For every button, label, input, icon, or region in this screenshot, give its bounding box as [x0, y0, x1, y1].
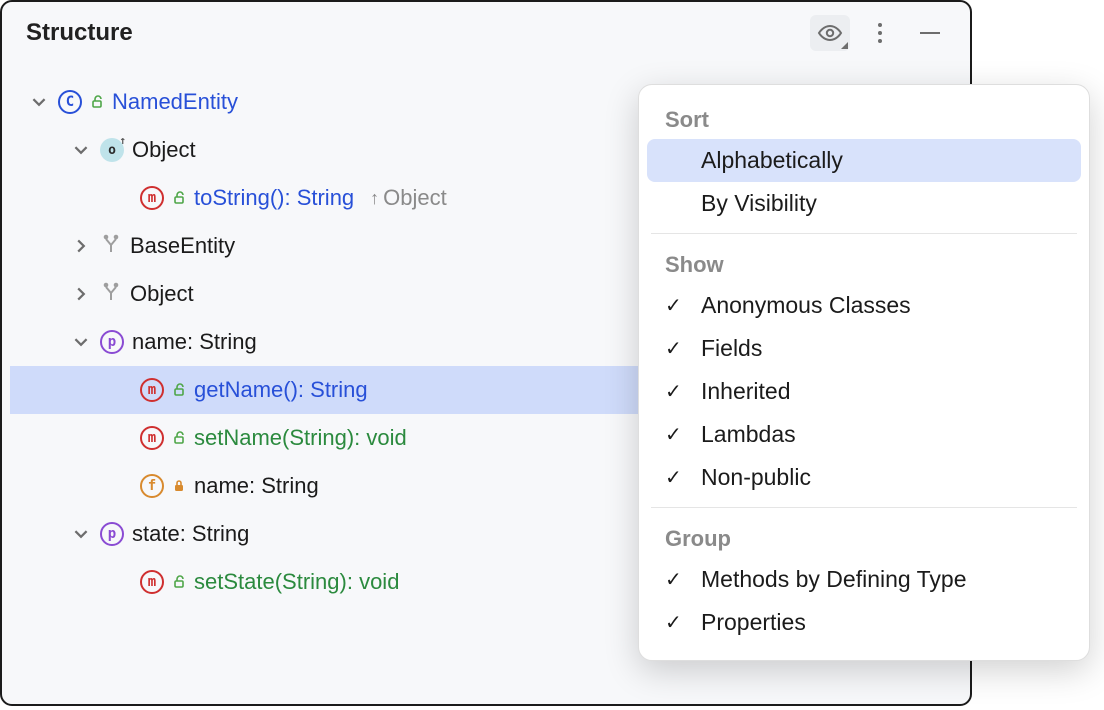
- unlock-icon: [90, 95, 104, 109]
- field-icon: f: [140, 474, 164, 498]
- menu-item-sort-alphabetically[interactable]: Alphabetically: [647, 139, 1081, 182]
- chevron-down-icon[interactable]: [70, 139, 92, 161]
- menu-item-show-lambdas[interactable]: ✓ Lambdas: [647, 413, 1081, 456]
- menu-section-group: Group: [647, 516, 1081, 558]
- unlock-icon: [172, 575, 186, 589]
- overrides-indicator: ↑ Object: [370, 185, 447, 211]
- node-label: BaseEntity: [130, 233, 235, 259]
- menu-item-label: Inherited: [701, 378, 1063, 405]
- menu-item-label: Anonymous Classes: [701, 292, 1063, 319]
- check-icon: ✓: [665, 422, 687, 447]
- chevron-down-icon[interactable]: [70, 331, 92, 353]
- menu-item-group-methods-by-type[interactable]: ✓ Methods by Defining Type: [647, 558, 1081, 601]
- view-options-menu: Sort Alphabetically By Visibility Show ✓…: [638, 84, 1090, 661]
- menu-separator: [651, 507, 1077, 508]
- property-icon: p: [100, 330, 124, 354]
- submenu-indicator-icon: [841, 42, 848, 49]
- method-icon: m: [140, 186, 164, 210]
- check-icon: ✓: [665, 465, 687, 490]
- view-options-button[interactable]: [810, 15, 850, 51]
- up-arrow-icon: ↑: [370, 188, 379, 209]
- overrides-label: Object: [383, 185, 447, 211]
- node-label: state: String: [132, 521, 249, 547]
- menu-item-label: Non-public: [701, 464, 1063, 491]
- interface-icon: [100, 280, 122, 308]
- eye-icon: [816, 23, 844, 43]
- header-actions: [810, 15, 950, 51]
- chevron-down-icon[interactable]: [28, 91, 50, 113]
- menu-section-show: Show: [647, 242, 1081, 284]
- menu-item-show-nonpublic[interactable]: ✓ Non-public: [647, 456, 1081, 499]
- panel-title: Structure: [26, 19, 133, 47]
- menu-item-label: Fields: [701, 335, 1063, 362]
- menu-item-sort-by-visibility[interactable]: By Visibility: [647, 182, 1081, 225]
- node-label: name: String: [194, 473, 319, 499]
- node-label: toString(): String: [194, 185, 354, 211]
- vertical-dots-icon: [878, 23, 882, 43]
- node-label: setName(String): void: [194, 425, 407, 451]
- chevron-right-icon[interactable]: [70, 283, 92, 305]
- unlock-icon: [172, 431, 186, 445]
- node-label: NamedEntity: [112, 89, 238, 115]
- property-icon: p: [100, 522, 124, 546]
- menu-item-show-fields[interactable]: ✓ Fields: [647, 327, 1081, 370]
- menu-item-label: Alphabetically: [701, 147, 1063, 174]
- check-icon: ✓: [665, 567, 687, 592]
- check-icon: ✓: [665, 610, 687, 635]
- superclass-link-icon: o↑: [100, 138, 124, 162]
- class-icon: C: [58, 90, 82, 114]
- method-icon: m: [140, 378, 164, 402]
- menu-item-group-properties[interactable]: ✓ Properties: [647, 601, 1081, 644]
- chevron-right-icon[interactable]: [70, 235, 92, 257]
- menu-item-label: Lambdas: [701, 421, 1063, 448]
- check-icon: ✓: [665, 293, 687, 318]
- node-label: getName(): String: [194, 377, 368, 403]
- node-label: Object: [132, 137, 196, 163]
- interface-icon: [100, 232, 122, 260]
- method-icon: m: [140, 570, 164, 594]
- menu-item-show-anonymous[interactable]: ✓ Anonymous Classes: [647, 284, 1081, 327]
- menu-item-label: By Visibility: [701, 190, 1063, 217]
- menu-item-show-inherited[interactable]: ✓ Inherited: [647, 370, 1081, 413]
- unlock-icon: [172, 383, 186, 397]
- menu-section-sort: Sort: [647, 97, 1081, 139]
- unlock-icon: [172, 191, 186, 205]
- panel-header: Structure: [2, 2, 970, 64]
- menu-item-label: Properties: [701, 609, 1063, 636]
- method-icon: m: [140, 426, 164, 450]
- chevron-down-icon[interactable]: [70, 523, 92, 545]
- check-icon: ✓: [665, 379, 687, 404]
- more-options-button[interactable]: [860, 15, 900, 51]
- check-icon: ✓: [665, 336, 687, 361]
- lock-icon: [172, 479, 186, 493]
- minimize-button[interactable]: [910, 15, 950, 51]
- menu-item-label: Methods by Defining Type: [701, 566, 1063, 593]
- menu-separator: [651, 233, 1077, 234]
- minimize-icon: [920, 32, 940, 34]
- node-label: setState(String): void: [194, 569, 399, 595]
- node-label: name: String: [132, 329, 257, 355]
- node-label: Object: [130, 281, 194, 307]
